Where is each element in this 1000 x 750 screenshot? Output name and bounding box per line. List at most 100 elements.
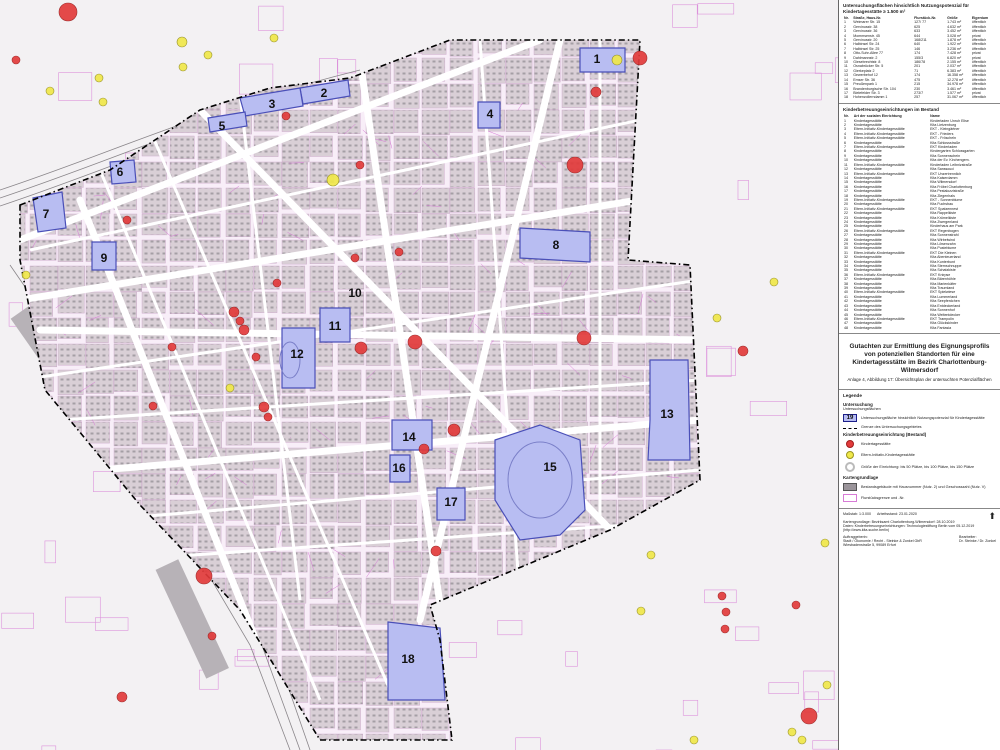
kita-marker[interactable] xyxy=(11,55,21,65)
district-map[interactable]: 1 2 3 4 5 6 7 8 9 10 11 12 13 14 15 16 1… xyxy=(0,0,838,750)
map-view[interactable]: 1 2 3 4 5 6 7 8 9 10 11 12 13 14 15 16 1… xyxy=(0,0,838,750)
ekt-marker[interactable] xyxy=(769,277,779,287)
city-block xyxy=(617,265,644,289)
city-block xyxy=(421,395,449,421)
kita-marker[interactable] xyxy=(430,545,442,557)
city-block xyxy=(197,187,222,212)
city-block xyxy=(589,265,614,291)
city-block xyxy=(337,707,361,731)
city-block xyxy=(421,369,450,391)
study-areas-table-title: Untersuchungsflächen hinsichtlich Nutzun… xyxy=(843,3,970,14)
kita-marker[interactable] xyxy=(195,567,213,585)
kita-marker[interactable] xyxy=(354,341,368,355)
area-label-12: 12 xyxy=(290,347,304,361)
study-areas-table-section: Untersuchungsflächen hinsichtlich Nutzun… xyxy=(839,0,1000,104)
city-block xyxy=(253,499,280,526)
city-block xyxy=(645,291,671,317)
kita-marker[interactable] xyxy=(632,50,648,66)
kita-marker[interactable] xyxy=(350,253,360,263)
kita-marker[interactable] xyxy=(566,156,584,174)
city-block xyxy=(505,109,532,132)
legend: Legende Untersuchung Untersuchungsfläche… xyxy=(839,390,1000,509)
city-block xyxy=(309,187,338,209)
city-block xyxy=(561,83,587,108)
city-block xyxy=(393,161,421,186)
area-label-17: 17 xyxy=(444,495,458,509)
kita-marker[interactable] xyxy=(116,691,128,703)
ekt-marker[interactable] xyxy=(225,383,235,393)
legend-parcel-swatch xyxy=(843,493,857,502)
city-block xyxy=(505,395,529,420)
ekt-marker[interactable] xyxy=(820,538,830,548)
city-block xyxy=(253,473,277,496)
kita-marker[interactable] xyxy=(122,215,132,225)
legend-buildings-label: Bestandsgebäude mit Hausnummer (Nutz. 2)… xyxy=(861,484,986,489)
kita-marker[interactable] xyxy=(281,111,291,121)
city-block xyxy=(617,291,642,315)
legend-section-kita: Kinderbetreuungseinrichtung (Bestand) xyxy=(843,431,927,437)
kita-marker[interactable] xyxy=(167,342,177,352)
kita-marker[interactable] xyxy=(791,600,801,610)
city-block xyxy=(309,421,337,448)
kita-marker[interactable] xyxy=(238,324,250,336)
area-label-13: 13 xyxy=(660,407,674,421)
kita-marker[interactable] xyxy=(235,316,245,326)
client-address: Wiesbadenstraße 5, 99089 Erfurt xyxy=(843,542,896,547)
ekt-marker[interactable] xyxy=(636,606,646,616)
legend-area-number: 19 xyxy=(846,414,854,421)
area-label-7: 7 xyxy=(43,207,50,221)
city-block xyxy=(309,577,333,599)
kita-marker[interactable] xyxy=(576,330,592,346)
city-block xyxy=(225,265,254,292)
kita-marker[interactable] xyxy=(737,345,749,357)
kita-marker[interactable] xyxy=(418,443,430,455)
city-block xyxy=(281,577,307,604)
kita-marker[interactable] xyxy=(717,591,727,601)
city-block xyxy=(393,265,421,290)
ekt-marker[interactable] xyxy=(712,313,722,323)
kita-marker[interactable] xyxy=(447,423,461,437)
kita-marker[interactable] xyxy=(251,352,261,362)
ekt-marker[interactable] xyxy=(45,86,55,96)
ekt-marker[interactable] xyxy=(98,97,108,107)
city-block xyxy=(561,109,585,131)
kita-marker[interactable] xyxy=(720,624,730,634)
city-block xyxy=(393,603,418,626)
ekt-marker[interactable] xyxy=(326,173,340,187)
city-block xyxy=(365,343,391,366)
ekt-marker[interactable] xyxy=(822,680,832,690)
kita-marker[interactable] xyxy=(721,607,731,617)
ekt-marker[interactable] xyxy=(646,550,656,560)
legend-size-label: Größe der Einrichtung: bis 50 Plätze, bi… xyxy=(861,464,975,469)
ekt-marker[interactable] xyxy=(21,270,31,280)
figure-caption: Anlage 4, Abbildung 17: Übersichtsplan d… xyxy=(847,377,992,383)
kita-marker[interactable] xyxy=(272,278,282,288)
study-area-18[interactable] xyxy=(387,621,446,701)
ekt-marker[interactable] xyxy=(787,727,797,737)
kita-marker[interactable] xyxy=(800,707,818,725)
ekt-marker[interactable] xyxy=(269,33,279,43)
kita-marker[interactable] xyxy=(355,160,365,170)
city-block xyxy=(225,213,251,237)
kita-marker[interactable] xyxy=(590,86,602,98)
ekt-marker[interactable] xyxy=(689,735,699,745)
kita-marker[interactable] xyxy=(148,401,158,411)
ekt-marker[interactable] xyxy=(203,50,213,60)
ekt-marker[interactable] xyxy=(178,62,188,72)
kita-marker[interactable] xyxy=(258,401,270,413)
city-block xyxy=(57,265,86,290)
kita-marker[interactable] xyxy=(228,306,240,318)
city-block xyxy=(337,135,363,160)
ekt-marker[interactable] xyxy=(797,735,807,745)
city-block xyxy=(393,135,420,159)
ekt-marker[interactable] xyxy=(94,73,104,83)
kita-marker[interactable] xyxy=(58,2,78,22)
city-block xyxy=(421,135,448,160)
kita-marker[interactable] xyxy=(407,334,423,350)
city-block xyxy=(477,239,506,262)
ekt-marker[interactable] xyxy=(611,54,623,66)
kita-marker[interactable] xyxy=(394,247,404,257)
kita-marker[interactable] xyxy=(207,631,217,641)
kita-marker[interactable] xyxy=(263,412,273,422)
ekt-marker[interactable] xyxy=(176,36,188,48)
